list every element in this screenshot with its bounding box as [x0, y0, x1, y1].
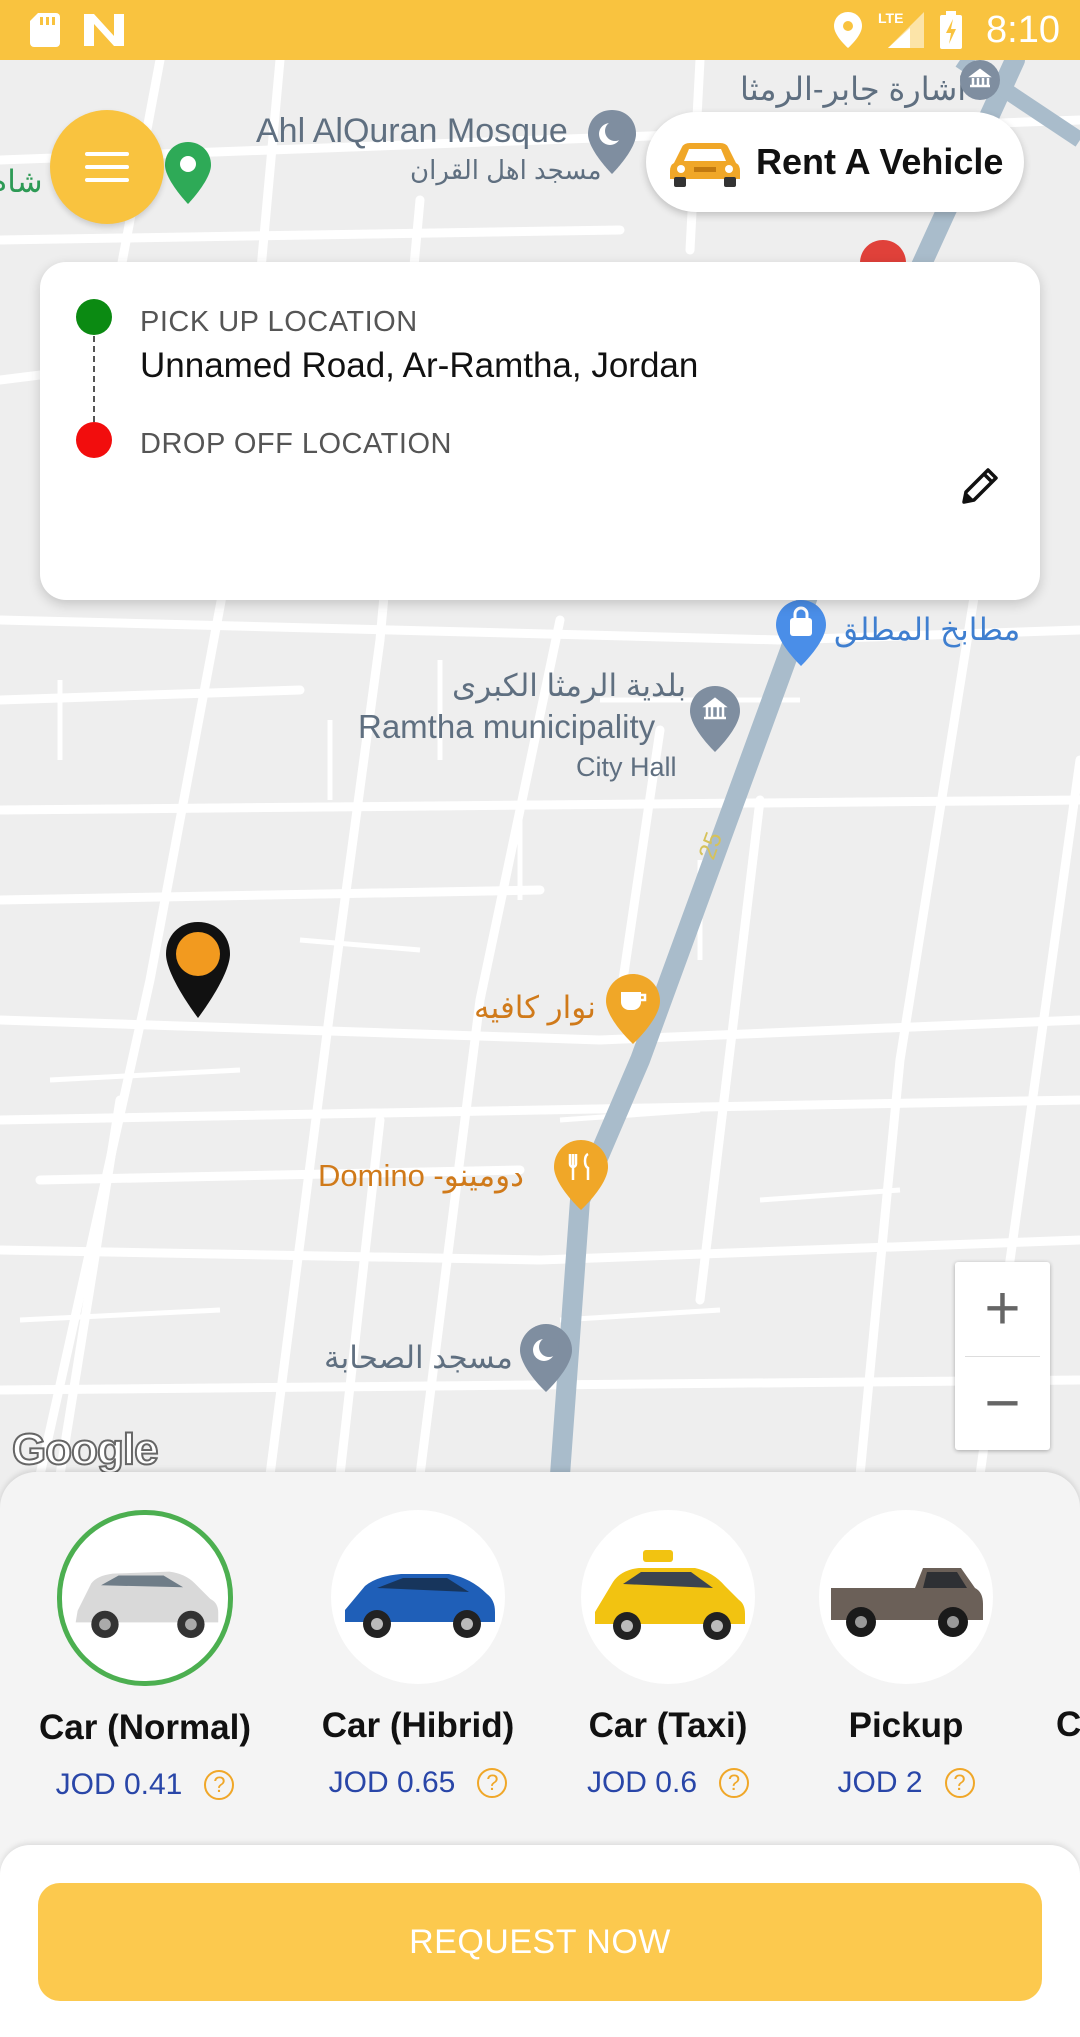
n-app-icon: [84, 14, 124, 46]
poi-ahl-alquran-en[interactable]: Ahl AlQuran Mosque: [256, 112, 568, 151]
status-bar: LTE 8:10: [0, 0, 1080, 60]
building-icon[interactable]: [958, 60, 1002, 112]
poi-sahaba-mosque[interactable]: مسجد الصحابة: [324, 1340, 513, 1376]
vehicle-option-partial[interactable]: C: [1056, 1705, 1080, 1745]
vehicle-image: [331, 1510, 505, 1684]
green-place-pin-icon[interactable]: [165, 142, 211, 204]
poi-matabikh[interactable]: مطابخ المطلق: [834, 612, 1020, 648]
request-now-button[interactable]: REQUEST NOW: [38, 1883, 1042, 2001]
car-hybrid-icon: [345, 1574, 495, 1638]
poi-domino[interactable]: Domino -دومينو: [318, 1158, 524, 1194]
help-icon[interactable]: ?: [477, 1768, 508, 1798]
poi-ahl-alquran-ar[interactable]: مسجد اهل القران: [410, 155, 602, 186]
car-icon: [670, 143, 740, 187]
current-location-pin-icon[interactable]: [162, 920, 234, 1020]
vehicle-option-normal[interactable]: Car (Normal) JOD 0.41 ?: [15, 1510, 275, 1802]
dropoff-dot: [76, 422, 112, 458]
menu-button[interactable]: [50, 110, 164, 224]
mosque-icon[interactable]: [520, 1324, 572, 1392]
dropoff-label: DROP OFF LOCATION: [140, 428, 452, 460]
poi-jaber-signal[interactable]: اشارة جابر-الرمثا: [740, 70, 966, 108]
city-hall-icon[interactable]: [690, 686, 740, 752]
sd-card-icon: [30, 13, 60, 47]
location-card: PICK UP LOCATION Unnamed Road, Ar-Ramtha…: [40, 262, 1040, 600]
vehicle-name: Car (Normal): [39, 1708, 251, 1747]
vehicle-option-pickup[interactable]: Pickup JOD 2 ?: [776, 1510, 1036, 1800]
vehicle-image: [581, 1510, 755, 1684]
car-normal-icon: [75, 1571, 219, 1639]
vehicle-price: JOD 0.41: [55, 1768, 183, 1801]
help-icon[interactable]: ?: [719, 1768, 750, 1798]
pickup-truck-icon: [831, 1568, 983, 1637]
vehicle-image: [57, 1510, 233, 1686]
pencil-edit-icon[interactable]: [956, 462, 1004, 510]
poi-ramtha-ar[interactable]: بلدية الرمثا الكبرى: [452, 668, 686, 704]
help-icon[interactable]: ?: [944, 1768, 975, 1798]
location-icon: [834, 12, 863, 48]
vehicle-name: Pickup: [848, 1706, 964, 1745]
cafe-icon[interactable]: [606, 974, 660, 1044]
pickup-label: PICK UP LOCATION: [140, 306, 418, 338]
vehicle-price: JOD 2: [837, 1766, 923, 1799]
poi-left-edge[interactable]: شام: [0, 164, 43, 200]
rent-vehicle-button[interactable]: Rent A Vehicle: [646, 112, 1024, 212]
mosque-icon[interactable]: [586, 110, 638, 174]
vehicle-price: JOD 0.6: [586, 1766, 698, 1799]
poi-nawar-cafe[interactable]: نوار كافيه: [474, 990, 596, 1026]
vehicle-name: Car (Hibrid): [321, 1706, 515, 1745]
vehicle-price: JOD 0.65: [328, 1766, 456, 1799]
help-icon[interactable]: ?: [204, 1770, 235, 1800]
zoom-controls: + −: [955, 1262, 1050, 1450]
request-panel: REQUEST NOW: [0, 1845, 1080, 2037]
shopping-bag-icon[interactable]: [776, 600, 826, 666]
zoom-in-button[interactable]: +: [955, 1262, 1050, 1355]
vehicle-option-taxi[interactable]: Car (Taxi) JOD 0.6 ?: [538, 1510, 798, 1800]
battery-icon: [940, 11, 963, 49]
restaurant-icon[interactable]: [554, 1140, 608, 1210]
vehicle-option-hybrid[interactable]: Car (Hibrid) JOD 0.65 ?: [288, 1510, 548, 1800]
route-connector: [93, 336, 95, 422]
zoom-out-button[interactable]: −: [955, 1357, 1050, 1450]
poi-city-hall[interactable]: City Hall: [576, 752, 677, 783]
google-logo: Google: [11, 1424, 160, 1475]
poi-ramtha-en[interactable]: Ramtha municipality: [358, 708, 655, 746]
rent-vehicle-label: Rent A Vehicle: [756, 141, 1004, 182]
car-taxi-icon: [595, 1550, 745, 1640]
vehicle-name: Car (Taxi): [588, 1706, 748, 1745]
pickup-field[interactable]: Unnamed Road, Ar-Ramtha, Jordan: [140, 346, 698, 386]
pickup-dot: [76, 299, 112, 335]
vehicle-image: [819, 1510, 993, 1684]
clock: 8:10: [986, 8, 1060, 51]
signal-icon: LTE: [876, 10, 926, 50]
